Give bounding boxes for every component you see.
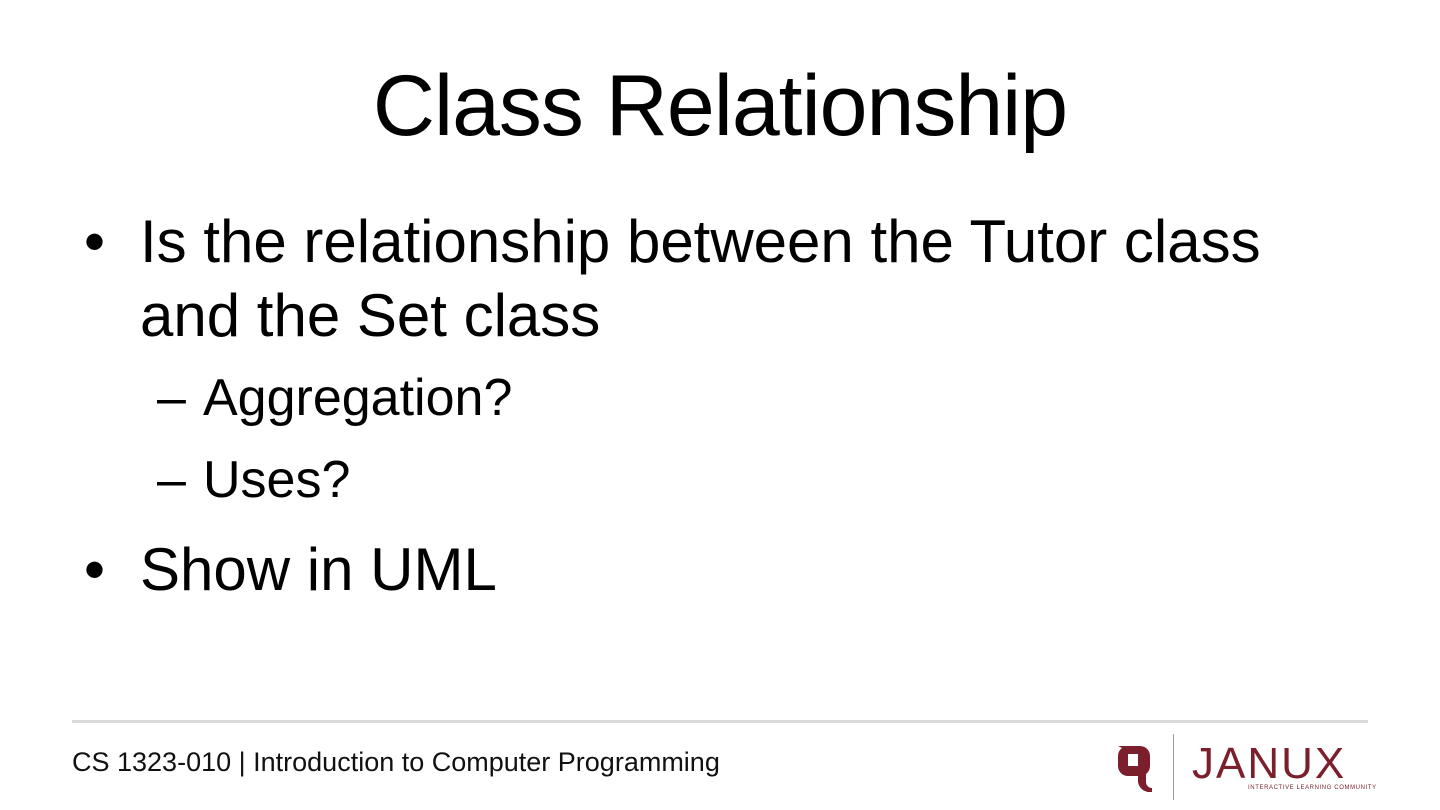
sub-bullet-text: Aggregation? [203,369,513,427]
bullet-marker: • [84,536,106,603]
slide: Class Relationship • Is the relationship… [0,0,1440,810]
sub-bullet-item: – Aggregation? [157,366,512,430]
bullet-marker: • [84,208,106,275]
ou-monogram-icon [1112,744,1156,797]
footer-logo: JANUX INTERACTIVE LEARNING COMMUNITY [1112,732,1377,804]
footer-course-label: CS 1323-010 | Introduction to Computer P… [72,747,720,777]
logo-divider [1173,734,1174,800]
sub-bullet-item: – Uses? [157,448,350,512]
bullet-item: Is the relationship between the Tutor cl… [140,208,1261,349]
sub-bullet-marker: – [157,451,186,509]
sub-bullet-marker: – [157,369,186,427]
footer-divider [72,720,1368,723]
janux-wordmark: JANUX [1192,739,1347,788]
slide-title: Class Relationship [372,58,1068,154]
sub-bullet-text: Uses? [203,451,351,509]
bullet-item: Show in UML [140,536,497,603]
janux-tagline: INTERACTIVE LEARNING COMMUNITY [1248,785,1377,791]
